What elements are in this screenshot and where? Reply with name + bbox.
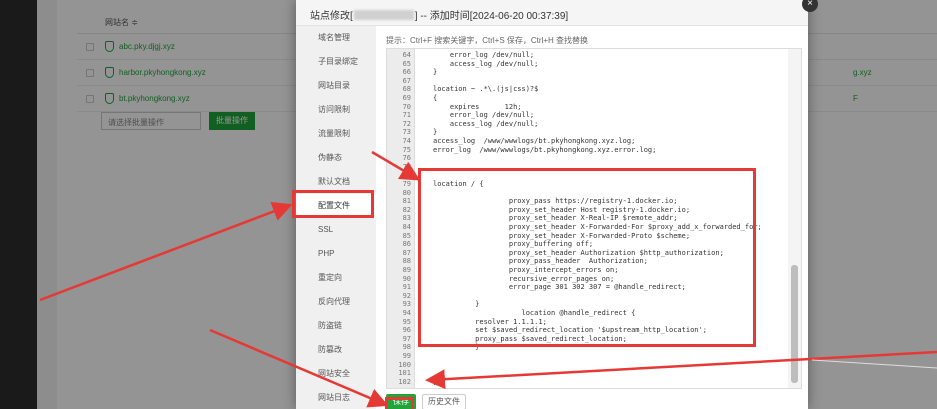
modal-title: 站点修改[ ] -- 添加时间[2024-06-20 00:37:39] [310,7,568,22]
code-text: { [433,94,438,102]
code-text: error_log /www/wwwlogs/bt.pkyhongkong.xy… [433,145,657,154]
line-number: 72 [402,119,411,128]
line-number: 69 [402,94,411,102]
line-number: 67 [402,76,411,85]
code-line: 100 [387,361,787,369]
line-number: 65 [402,59,411,68]
line-number: 80 [402,188,411,197]
line-number: 82 [402,205,411,214]
redacted-domain [353,10,414,20]
code-text: access_log /dev/null; [433,119,539,128]
line-number: 99 [402,352,411,360]
code-line: 101 [387,369,787,377]
line-number: 81 [402,197,411,206]
shortcut-tip: 提示：Ctrl+F 搜索关键字，Ctrl+S 保存，Ctrl+H 查找替换 [386,36,589,45]
line-number: 90 [402,274,411,283]
highlight-save-button [385,397,414,409]
code-line: 71 error_log /dev/null; [387,111,787,119]
menu-item[interactable]: 伪静态 [296,146,376,170]
line-number: 73 [402,128,411,137]
line-number: 102 [398,377,411,386]
line-number: 88 [402,257,411,266]
code-text: } [433,128,438,137]
editor-scrollbar[interactable] [788,49,801,388]
code-text: access_log /dev/null; [433,59,539,68]
menu-item[interactable]: 域名管理 [296,26,376,50]
line-number: 71 [402,111,411,120]
history-file-button[interactable]: 历史文件 [422,394,466,409]
menu-item[interactable]: PHP [296,242,376,266]
highlight-config-menu [292,190,374,218]
code-text: expires 12h; [433,102,522,111]
menu-item[interactable]: 防篡改 [296,338,376,362]
line-number: 94 [402,309,411,317]
line-number: 70 [402,102,411,111]
left-dark-gutter [0,0,37,409]
menu-item[interactable]: 重定向 [296,266,376,290]
line-number: 91 [402,283,411,292]
code-text: error_log /dev/null; [433,111,535,120]
code-line: 73} [387,128,787,136]
line-number: 85 [402,231,411,240]
line-number: 75 [402,145,411,154]
title-suffix: ] -- 添加时间[2024-06-20 00:37:39] [414,11,569,22]
code-text: access_log /www/wwwlogs/bt.pkyhongkong.x… [433,137,636,145]
line-number: 92 [402,291,411,300]
code-text: } [433,68,438,77]
menu-item[interactable]: 网站目录 [296,74,376,98]
code-line: 70 expires 12h; [387,103,787,111]
code-line: 99 [387,352,787,360]
menu-item[interactable]: SSL [296,218,376,242]
line-number: 76 [402,154,411,163]
line-number: 64 [402,51,411,59]
line-number: 96 [402,326,411,335]
line-number: 89 [402,266,411,274]
line-number: 95 [402,317,411,326]
menu-item[interactable]: 防盗链 [296,314,376,338]
code-line: 65 access_log /dev/null; [387,60,787,68]
code-line: 102} [387,378,787,386]
line-number: 79 [402,180,411,188]
code-text: error_log /dev/null; [433,51,535,59]
menu-item[interactable]: 访问限制 [296,98,376,122]
line-number: 66 [402,68,411,77]
code-line: 76 [387,154,787,162]
menu-item[interactable]: 反向代理 [296,290,376,314]
code-line: 69 { [387,94,787,102]
menu-item[interactable]: 流量限制 [296,122,376,146]
menu-item[interactable]: 网站安全 [296,362,376,386]
line-number: 77 [402,162,411,171]
code-text: location ~ .*\.(js|css)?$ [433,85,539,94]
scrollbar-thumb[interactable] [791,265,798,383]
line-number: 97 [402,334,411,343]
code-line: 66} [387,68,787,76]
code-line: 72 access_log /dev/null; [387,120,787,128]
highlight-code-block [418,168,756,347]
line-number: 87 [402,248,411,257]
code-line: 68 location ~ .*\.(js|css)?$ [387,85,787,93]
title-prefix: 站点修改[ [310,11,353,22]
code-line: 64 error_log /dev/null; [387,51,787,59]
line-number: 84 [402,223,411,231]
line-number: 74 [402,137,411,145]
menu-item[interactable]: 网站日志 [296,386,376,409]
modal-title-bar: 站点修改[ ] -- 添加时间[2024-06-20 00:37:39] [296,0,808,26]
code-text: } [433,377,438,386]
line-number: 83 [402,214,411,223]
line-number: 68 [402,85,411,94]
line-number: 93 [402,300,411,309]
line-number: 98 [402,343,411,352]
menu-item[interactable]: 子目录绑定 [296,50,376,74]
line-number: 86 [402,240,411,249]
line-number: 101 [398,369,411,378]
line-number: 100 [398,360,411,369]
code-line: 67 [387,77,787,85]
code-line: 74 access_log /www/wwwlogs/bt.pkyhongkong… [387,137,787,145]
line-number: 78 [402,171,411,180]
code-line: 75 error_log /www/wwwlogs/bt.pkyhongkong.… [387,146,787,154]
